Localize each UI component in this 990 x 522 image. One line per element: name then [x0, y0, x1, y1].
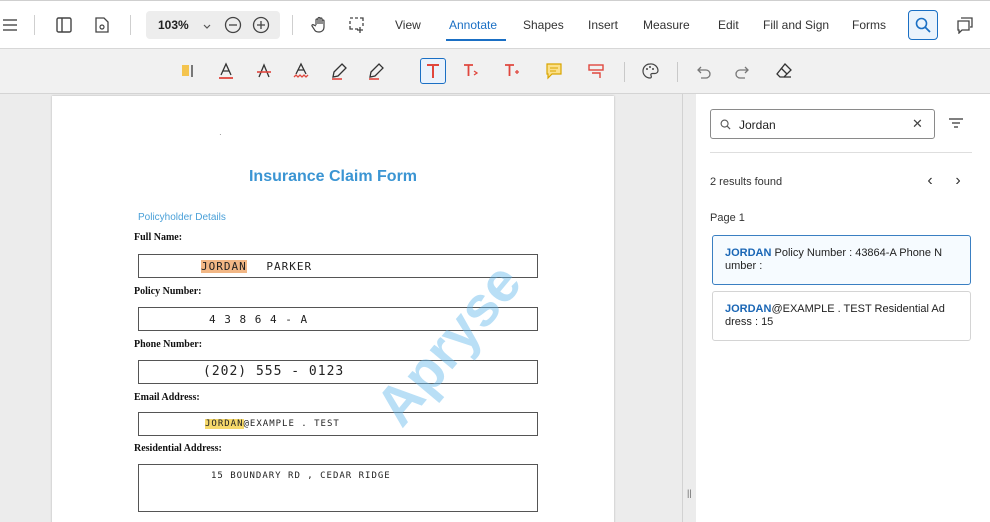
- tab-insert[interactable]: Insert: [588, 18, 618, 32]
- chevron-down-icon[interactable]: [202, 19, 212, 37]
- result-page-label: Page 1: [710, 212, 745, 224]
- highlight-area-icon[interactable]: [175, 58, 201, 84]
- eraser-icon[interactable]: [771, 58, 797, 84]
- results-count: 2 results found: [710, 176, 783, 188]
- watermark: Apryse: [362, 251, 534, 438]
- zoom-in-icon[interactable]: [252, 16, 270, 39]
- document-viewer[interactable]: · Insurance Claim Form Policyholder Deta…: [0, 94, 682, 522]
- tab-forms[interactable]: Forms: [852, 18, 886, 32]
- search-icon: [720, 119, 731, 130]
- zoom-level-dropdown[interactable]: 103%: [158, 18, 189, 32]
- phone-number-field[interactable]: (202) 555 - 0123: [138, 360, 538, 384]
- add-text-icon[interactable]: [499, 58, 525, 84]
- zoom-control: 103%: [146, 11, 280, 39]
- marquee-select-icon[interactable]: [343, 11, 371, 39]
- search-result-item[interactable]: JORDAN@EXAMPLE . TEST Residential Ad dre…: [712, 291, 971, 341]
- toolbar-divider: [677, 62, 678, 82]
- email-address-label: Email Address:: [134, 392, 200, 403]
- zoom-out-icon[interactable]: [224, 16, 242, 39]
- toolbar-divider: [292, 15, 293, 35]
- chevron-left-icon[interactable]: ‹: [921, 172, 939, 192]
- document-page[interactable]: · Insurance Claim Form Policyholder Deta…: [52, 96, 614, 522]
- page-mark: ·: [219, 130, 222, 139]
- strikeout-text-icon[interactable]: [251, 58, 277, 84]
- free-text-icon[interactable]: [420, 58, 446, 84]
- result-match: JORDAN: [725, 247, 772, 259]
- filter-icon[interactable]: [947, 114, 967, 134]
- policy-number-value: 4 3 8 6 4 - A: [209, 313, 309, 326]
- comments-panel-icon[interactable]: [951, 11, 979, 39]
- squiggly-text-icon[interactable]: [288, 58, 314, 84]
- callout-icon[interactable]: [458, 58, 484, 84]
- tab-measure[interactable]: Measure: [643, 18, 690, 32]
- full-name-value: PARKER: [266, 260, 313, 273]
- drag-handle-icon[interactable]: ||: [687, 488, 692, 498]
- page-settings-icon[interactable]: [88, 11, 116, 39]
- note-icon[interactable]: [541, 58, 567, 84]
- panel-divider: [710, 152, 972, 153]
- result-match: JORDAN: [725, 303, 772, 315]
- email-address-value: @EXAMPLE . TEST: [243, 419, 340, 429]
- freehand-highlight-icon[interactable]: [363, 58, 389, 84]
- freehand-icon[interactable]: [326, 58, 352, 84]
- email-address-field[interactable]: JORDAN@EXAMPLE . TEST: [138, 412, 538, 436]
- panel-toggle-icon[interactable]: [50, 11, 78, 39]
- tab-fill-and-sign[interactable]: Fill and Sign: [763, 18, 829, 32]
- tab-view[interactable]: View: [395, 18, 421, 32]
- redo-icon[interactable]: [730, 58, 756, 84]
- full-name-label: Full Name:: [134, 232, 183, 243]
- annotate-toolbar: [0, 49, 990, 94]
- section-heading: Policyholder Details: [138, 212, 226, 223]
- pan-tool-icon[interactable]: [306, 11, 334, 39]
- search-panel: Jordan ✕ 2 results found ‹ › Page 1 JORD…: [696, 94, 990, 522]
- search-result-item[interactable]: JORDAN Policy Number : 43864-A Phone N u…: [712, 235, 971, 285]
- underline-text-icon[interactable]: [213, 58, 239, 84]
- close-icon[interactable]: ✕: [912, 116, 923, 132]
- tab-edit[interactable]: Edit: [718, 18, 739, 32]
- document-title: Insurance Claim Form: [248, 168, 418, 185]
- policy-number-label: Policy Number:: [134, 286, 202, 297]
- toolbar-divider: [34, 15, 35, 35]
- residential-address-value: 15 BOUNDARY RD , CEDAR RIDGE: [211, 471, 391, 481]
- tab-shapes[interactable]: Shapes: [523, 18, 564, 32]
- undo-icon[interactable]: [690, 58, 716, 84]
- panel-resize-splitter[interactable]: ||: [682, 94, 696, 522]
- toolbar-divider: [130, 15, 131, 35]
- phone-number-value: (202) 555 - 0123: [203, 364, 345, 379]
- search-query[interactable]: Jordan: [739, 118, 776, 132]
- style-palette-icon[interactable]: [637, 58, 663, 84]
- search-input[interactable]: Jordan ✕: [710, 109, 935, 139]
- active-tab-indicator: [446, 39, 506, 41]
- tab-annotate[interactable]: Annotate: [449, 18, 497, 32]
- search-icon: [915, 17, 931, 33]
- toolbar-divider: [624, 62, 625, 82]
- search-highlight: JORDAN: [205, 419, 244, 429]
- search-toggle-button[interactable]: [908, 10, 938, 40]
- search-highlight: JORDAN: [201, 260, 247, 273]
- hamburger-menu-icon[interactable]: [0, 11, 20, 39]
- phone-number-label: Phone Number:: [134, 339, 203, 350]
- link-annotation-icon[interactable]: [583, 58, 609, 84]
- residential-address-label: Residential Address:: [134, 443, 222, 454]
- chevron-right-icon[interactable]: ›: [949, 172, 967, 192]
- residential-address-field[interactable]: 15 BOUNDARY RD , CEDAR RIDGE: [138, 464, 538, 512]
- main-toolbar: 103% View Annotate Shapes Insert Measure…: [0, 0, 990, 49]
